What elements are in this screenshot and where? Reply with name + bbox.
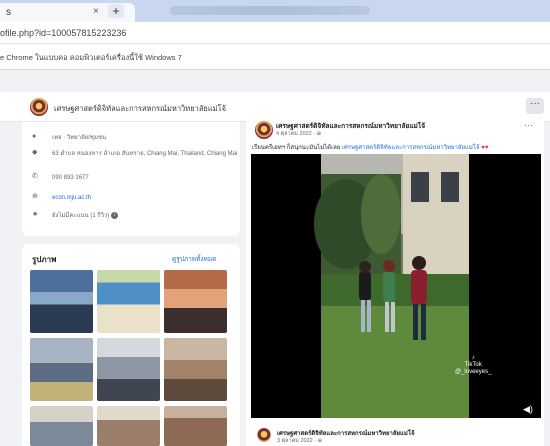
tab-title: s <box>6 7 11 18</box>
photo-thumbnail[interactable] <box>164 338 227 401</box>
info-tooltip-icon[interactable]: i <box>111 212 119 219</box>
photo-thumbnail[interactable] <box>97 338 160 401</box>
blurred-tab <box>170 6 370 15</box>
page-logo-icon[interactable] <box>30 98 48 116</box>
browser-tab-strip: s × + <box>0 0 550 22</box>
volume-icon[interactable]: ◀) <box>523 404 533 415</box>
bookmarks-bar: e Chrome ในแบบคอ คอมพิวเตอร์เครื่องนี้ใช… <box>0 44 550 70</box>
photo-thumbnail[interactable] <box>97 270 160 333</box>
post2-date: 3 ตุลาคม 2022 · ⊕ <box>277 438 323 444</box>
post-date: 4 ตุลาคม 2022 · ⊕ <box>276 131 322 137</box>
tab-close-icon[interactable]: × <box>93 6 99 17</box>
address-bar[interactable]: ofile.php?id=100057815223236 <box>0 22 550 44</box>
phone-icon: ✆ <box>32 173 38 180</box>
post-mention-link[interactable]: เศรษฐศาสตร์ดิจิทัลและการสหกรณ์มหาวิทยาลั… <box>342 145 480 151</box>
new-tab-button[interactable]: + <box>108 4 124 18</box>
video-player[interactable] <box>251 154 541 418</box>
more-options-button[interactable]: ··· <box>526 98 544 114</box>
see-all-photos-link[interactable]: ดูรูปภาพทั้งหมด <box>172 254 216 264</box>
photo-thumbnail[interactable] <box>164 406 227 446</box>
photo-thumbnail[interactable] <box>97 406 160 446</box>
photo-thumbnail[interactable] <box>30 338 93 401</box>
bookmark-item[interactable]: e Chrome ในแบบคอ คอมพิวเตอร์เครื่องนี้ใช… <box>0 52 182 64</box>
tiktok-watermark: ♪ TikTok @_loveeyes_ <box>455 355 492 375</box>
page-name[interactable]: เศรษฐศาสตร์ดิจิทัลและการสหกรณ์มหาวิทยาลั… <box>54 103 226 115</box>
map-pin-icon: ◆ <box>32 149 38 156</box>
tiktok-icon: ♪ <box>471 355 475 361</box>
globe-icon: ⊕ <box>32 193 38 200</box>
post-text: เรียนครีเอทฯ ก็สนุกนะมันไม่ได้เลย เศรษฐศ… <box>252 145 489 151</box>
post-menu-button[interactable]: ··· <box>524 120 533 130</box>
photo-thumbnail[interactable] <box>164 270 227 333</box>
star-icon: ★ <box>32 211 39 218</box>
globe-icon: ⊕ <box>317 438 323 444</box>
video-frame <box>251 154 541 418</box>
info-icon: ● <box>32 133 37 140</box>
photo-thumbnail[interactable] <box>30 406 93 446</box>
post-author-avatar-icon[interactable] <box>255 121 273 139</box>
heart-emoji-icon: ♥♥ <box>479 145 489 151</box>
intro-card: ● เพจ · วิทยาลัย/ชุมชน ◆ 63 ตำบล หนองหาร… <box>22 122 240 236</box>
photo-thumbnail[interactable] <box>30 270 93 333</box>
globe-icon: ⊕ <box>316 131 322 137</box>
post2-author-avatar-icon[interactable] <box>257 428 271 442</box>
photos-title: รูปภาพ <box>32 255 57 264</box>
url-text: ofile.php?id=100057815223236 <box>0 28 127 38</box>
